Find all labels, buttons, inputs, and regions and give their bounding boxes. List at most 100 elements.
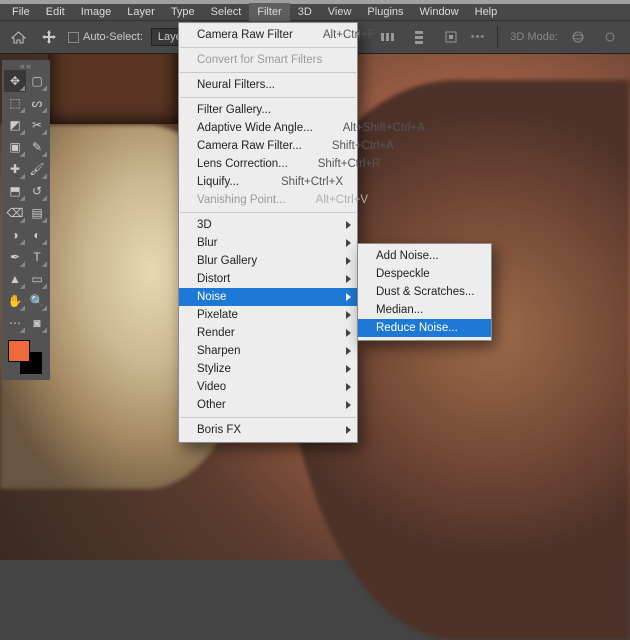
menu-plugins[interactable]: Plugins — [359, 3, 411, 21]
menu-type[interactable]: Type — [163, 3, 203, 21]
edit-toolbar[interactable]: ⋯◢ — [4, 312, 26, 334]
more-options-icon[interactable]: ••• — [471, 31, 486, 43]
filter-item-liquify[interactable]: Liquify...Shift+Ctrl+X — [179, 173, 357, 191]
current-tool-icon[interactable] — [38, 27, 60, 47]
filter-item-adaptive-wide-angle[interactable]: Adaptive Wide Angle...Alt+Shift+Ctrl+A — [179, 119, 357, 137]
move-tool[interactable]: ✥◢ — [4, 70, 26, 92]
menu-3d[interactable]: 3D — [290, 3, 320, 21]
filter-item-filter-gallery[interactable]: Filter Gallery... — [179, 101, 357, 119]
zoom-tool[interactable]: 🔍◢ — [26, 290, 48, 312]
gradient-tool[interactable]: ▤◢ — [26, 202, 48, 224]
filter-item-sharpen[interactable]: Sharpen — [179, 342, 357, 360]
eraser-tool[interactable]: ⌫◢ — [4, 202, 26, 224]
menu-layer[interactable]: Layer — [119, 3, 163, 21]
filter-item-video[interactable]: Video — [179, 378, 357, 396]
menu-help[interactable]: Help — [467, 3, 506, 21]
menu-window[interactable]: Window — [412, 3, 467, 21]
rectangle-tool[interactable]: ▭◢ — [26, 268, 48, 290]
flyout-indicator-icon: ◢ — [42, 327, 47, 334]
flyout-indicator-icon: ◢ — [42, 239, 47, 246]
rect-marquee-tool[interactable]: ⬚◢ — [4, 92, 26, 114]
menu-item-shortcut: Alt+Ctrl+V — [316, 194, 368, 206]
menu-image[interactable]: Image — [73, 3, 120, 21]
filter-item-blur[interactable]: Blur — [179, 234, 357, 252]
pen-tool[interactable]: ✒◢ — [4, 246, 26, 268]
home-icon[interactable] — [8, 27, 28, 47]
move-tool-icon: ✥ — [10, 74, 20, 88]
noise-item-despeckle[interactable]: Despeckle — [358, 265, 491, 283]
noise-item-reduce-noise[interactable]: Reduce Noise... — [358, 319, 491, 337]
menu-item-label: Dust & Scratches... — [376, 286, 504, 298]
filter-item-camera-raw-filter[interactable]: Camera Raw FilterAlt+Ctrl+F — [179, 26, 357, 44]
menu-item-label: Liquify... — [197, 176, 281, 188]
menu-view[interactable]: View — [320, 3, 360, 21]
main-menubar: FileEditImageLayerTypeSelectFilter3DView… — [0, 0, 630, 20]
distribute-v-icon[interactable] — [407, 25, 431, 49]
menu-item-label: Median... — [376, 304, 477, 316]
quick-mask[interactable]: ◙◢ — [26, 312, 48, 334]
noise-item-dust-scratches[interactable]: Dust & Scratches... — [358, 283, 491, 301]
menu-filter[interactable]: Filter — [249, 3, 289, 21]
menu-item-label: Camera Raw Filter... — [197, 140, 332, 152]
filter-item-vanishing-point: Vanishing Point...Alt+Ctrl+V — [179, 191, 357, 209]
align-to-icon[interactable] — [439, 25, 463, 49]
path-select-tool[interactable]: ▲◢ — [4, 268, 26, 290]
menu-item-label: Lens Correction... — [197, 158, 318, 170]
filter-item-convert-for-smart-filters: Convert for Smart Filters — [179, 51, 357, 69]
menu-select[interactable]: Select — [203, 3, 250, 21]
noise-submenu: Add Noise...DespeckleDust & Scratches...… — [357, 243, 492, 341]
filter-item-neural-filters[interactable]: Neural Filters... — [179, 76, 357, 94]
pan-3d-icon[interactable] — [598, 25, 622, 49]
menu-item-label: Sharpen — [197, 345, 343, 357]
noise-item-add-noise[interactable]: Add Noise... — [358, 247, 491, 265]
menu-edit[interactable]: Edit — [38, 3, 73, 21]
history-brush-tool-icon: ↺ — [32, 184, 42, 198]
flyout-indicator-icon: ◢ — [42, 217, 47, 224]
toolbox-grip[interactable]: «« — [4, 62, 48, 70]
object-select-tool[interactable]: ◩◢ — [4, 114, 26, 136]
filter-item-stylize[interactable]: Stylize — [179, 360, 357, 378]
filter-item-camera-raw-filter[interactable]: Camera Raw Filter...Shift+Ctrl+A — [179, 137, 357, 155]
filter-item-noise[interactable]: Noise — [179, 288, 357, 306]
hand-tool[interactable]: ✋◢ — [4, 290, 26, 312]
frame-tool[interactable]: ▣◢ — [4, 136, 26, 158]
dodge-tool[interactable]: ◐◢ — [26, 224, 48, 246]
dodge-tool-icon: ◐ — [33, 228, 40, 242]
filter-item-lens-correction[interactable]: Lens Correction...Shift+Ctrl+R — [179, 155, 357, 173]
menu-item-shortcut: Shift+Ctrl+A — [332, 140, 394, 152]
flyout-indicator-icon: ◢ — [42, 283, 47, 290]
clone-stamp-tool[interactable]: ⬒◢ — [4, 180, 26, 202]
filter-item-blur-gallery[interactable]: Blur Gallery — [179, 252, 357, 270]
distribute-h-icon[interactable] — [375, 25, 399, 49]
flyout-indicator-icon: ◢ — [42, 129, 47, 136]
history-brush-tool[interactable]: ↺◢ — [26, 180, 48, 202]
brush-tool[interactable]: 🖌◢ — [26, 158, 48, 180]
orbit-3d-icon[interactable] — [566, 25, 590, 49]
filter-item-boris-fx[interactable]: Boris FX — [179, 421, 357, 439]
foreground-color-swatch[interactable] — [8, 340, 30, 362]
type-tool[interactable]: T◢ — [26, 246, 48, 268]
auto-select-checkbox[interactable] — [68, 32, 79, 43]
toolbox: «« ✥◢▢◢⬚◢ᔕ◢◩◢✂◢▣◢✎◢✚◢🖌◢⬒◢↺◢⌫◢▤◢◑◢◐◢✒◢T◢▲… — [2, 60, 50, 380]
blur-tool[interactable]: ◑◢ — [4, 224, 26, 246]
filter-item-distort[interactable]: Distort — [179, 270, 357, 288]
flyout-indicator-icon: ◢ — [42, 261, 47, 268]
filter-item-3d[interactable]: 3D — [179, 216, 357, 234]
flyout-indicator-icon: ◢ — [20, 305, 25, 312]
healing-brush-tool[interactable]: ✚◢ — [4, 158, 26, 180]
menu-item-label: Stylize — [197, 363, 343, 375]
lasso-tool[interactable]: ᔕ◢ — [26, 92, 48, 114]
menu-item-shortcut: Alt+Ctrl+F — [323, 29, 375, 41]
noise-item-median[interactable]: Median... — [358, 301, 491, 319]
crop-tool[interactable]: ✂◢ — [26, 114, 48, 136]
mode-label-3d: 3D Mode: — [510, 31, 558, 43]
menu-item-label: Distort — [197, 273, 343, 285]
artboard-tool[interactable]: ▢◢ — [26, 70, 48, 92]
filter-item-pixelate[interactable]: Pixelate — [179, 306, 357, 324]
filter-item-other[interactable]: Other — [179, 396, 357, 414]
filter-item-render[interactable]: Render — [179, 324, 357, 342]
color-swatches[interactable] — [4, 334, 48, 378]
menu-file[interactable]: File — [4, 3, 38, 21]
menu-item-shortcut: Alt+Shift+Ctrl+A — [343, 122, 425, 134]
eyedropper-tool[interactable]: ✎◢ — [26, 136, 48, 158]
